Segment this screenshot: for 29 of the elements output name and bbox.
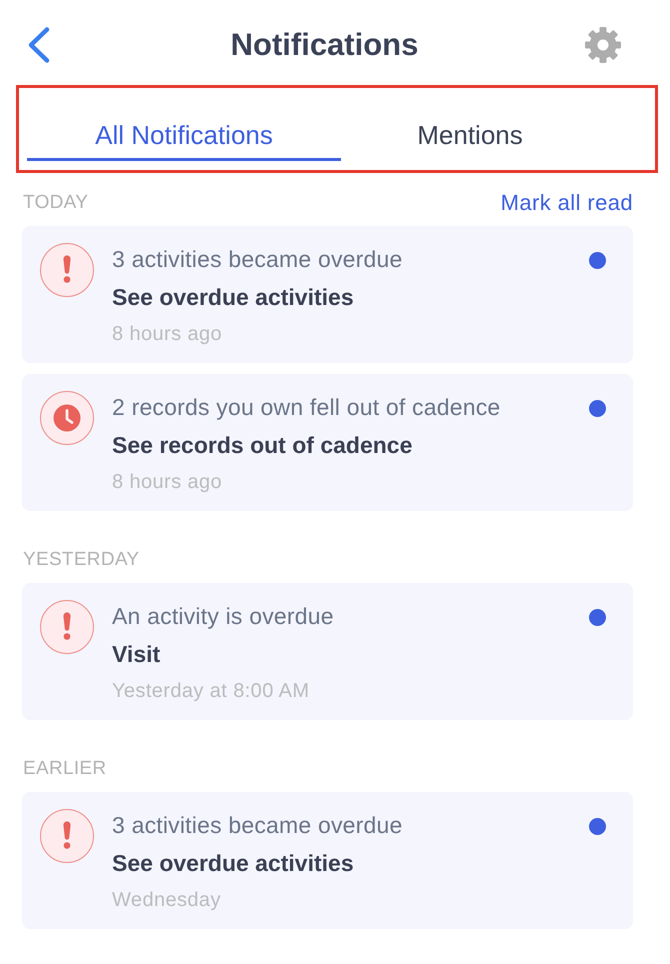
settings-icon[interactable]: [585, 27, 621, 63]
notification-card[interactable]: 3 activities became overdue See overdue activities 8 hours ago: [22, 226, 633, 363]
page-title: Notifications: [230, 26, 418, 64]
notification-time: Yesterday at 8:00 AM: [112, 679, 310, 704]
notification-card[interactable]: 3 activities became overdue See overdue activities Wednesday: [22, 792, 633, 929]
alert-icon: [40, 809, 94, 863]
notification-summary: 3 activities became overdue: [112, 811, 402, 840]
clock-icon: [40, 391, 94, 445]
notification-card[interactable]: An activity is overdue Visit Yesterday at 8:00 AM: [22, 583, 633, 720]
notification-time: 8 hours ago: [112, 470, 222, 495]
notification-title: Visit: [112, 640, 160, 669]
alert-icon: [40, 600, 94, 654]
notification-summary: 3 activities became overdue: [112, 245, 402, 274]
tab[interactable]: Mentions: [341, 88, 599, 161]
notification-time: Wednesday: [112, 888, 221, 913]
notification-summary: An activity is overdue: [112, 602, 334, 631]
alert-icon: [40, 243, 94, 297]
section-heading: YESTERDAY: [22, 548, 140, 572]
notification-card[interactable]: 2 records you own fell out of cadence See records out of cadence 8 hours ago: [22, 374, 633, 511]
notification-title: See records out of cadence: [112, 431, 412, 460]
mark-all-read-link[interactable]: Mark all read: [500, 190, 633, 216]
notification-title: See overdue activities: [112, 849, 354, 878]
back-icon[interactable]: [28, 27, 50, 63]
tab[interactable]: All Notifications: [27, 88, 341, 161]
section-heading: TODAY: [22, 191, 88, 215]
section-heading: EARLIER: [22, 757, 106, 781]
notification-time: 8 hours ago: [112, 322, 222, 347]
notification-title: See overdue activities: [112, 283, 354, 312]
notification-summary: 2 records you own fell out of cadence: [112, 393, 500, 422]
